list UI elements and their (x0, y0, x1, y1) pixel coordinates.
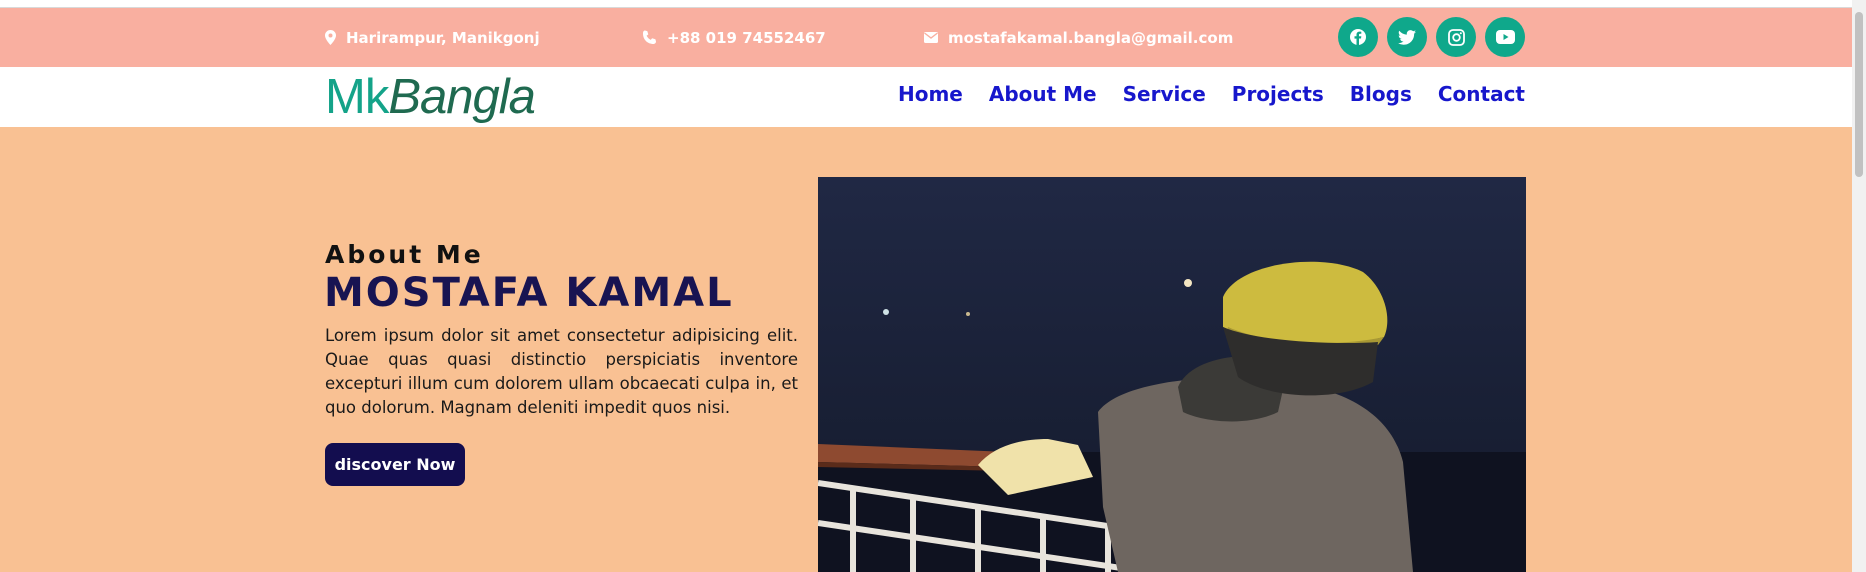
scrollbar-thumb[interactable] (1855, 12, 1863, 177)
contact-topbar: Harirampur, Manikgonj +88 019 74552467 m… (0, 8, 1852, 67)
address-text: Harirampur, Manikgonj (346, 28, 540, 47)
profile-photo-illustration (818, 177, 1526, 572)
discover-now-button[interactable]: discover Now (325, 443, 465, 486)
twitter-icon (1398, 29, 1416, 45)
map-pin-icon (325, 30, 336, 45)
nav-item-projects[interactable]: Projects (1232, 82, 1324, 106)
nav-item-home[interactable]: Home (898, 82, 963, 106)
browser-frame-top (0, 0, 1866, 8)
main-navbar: MkBangla Home About Me Service Projects … (0, 67, 1852, 126)
nav-item-blogs[interactable]: Blogs (1350, 82, 1412, 106)
address-info: Harirampur, Manikgonj (325, 8, 540, 67)
youtube-button[interactable] (1485, 17, 1525, 57)
hero-name-heading: MOSTAFA KAMAL (324, 270, 734, 316)
phone-icon (643, 30, 656, 44)
email-info: mostafakamal.bangla@gmail.com (924, 8, 1233, 67)
profile-photo (818, 177, 1526, 572)
envelope-icon (924, 32, 938, 43)
twitter-button[interactable] (1387, 17, 1427, 57)
phone-info: +88 019 74552467 (642, 8, 826, 67)
nav-menu: Home About Me Service Projects Blogs Con… (898, 67, 1525, 121)
phone-text[interactable]: +88 019 74552467 (667, 29, 826, 47)
nav-item-about-me[interactable]: About Me (989, 82, 1097, 106)
logo-part-mk: Mk (325, 70, 389, 124)
instagram-button[interactable] (1436, 17, 1476, 57)
instagram-icon (1447, 28, 1465, 46)
youtube-icon (1495, 30, 1515, 44)
page-scrollbar[interactable] (1852, 0, 1866, 572)
site-logo[interactable]: MkBangla (325, 69, 536, 125)
facebook-icon (1350, 29, 1366, 45)
nav-item-service[interactable]: Service (1123, 82, 1206, 106)
facebook-button[interactable] (1338, 17, 1378, 57)
logo-part-bangla: Bangla (388, 70, 536, 124)
hero-description: Lorem ipsum dolor sit amet consectetur a… (325, 326, 798, 417)
section-eyebrow: About Me (325, 240, 484, 269)
email-text[interactable]: mostafakamal.bangla@gmail.com (948, 29, 1233, 47)
about-hero-section: About Me MOSTAFA KAMAL Lorem ipsum dolor… (0, 127, 1852, 572)
nav-item-contact[interactable]: Contact (1438, 82, 1525, 106)
